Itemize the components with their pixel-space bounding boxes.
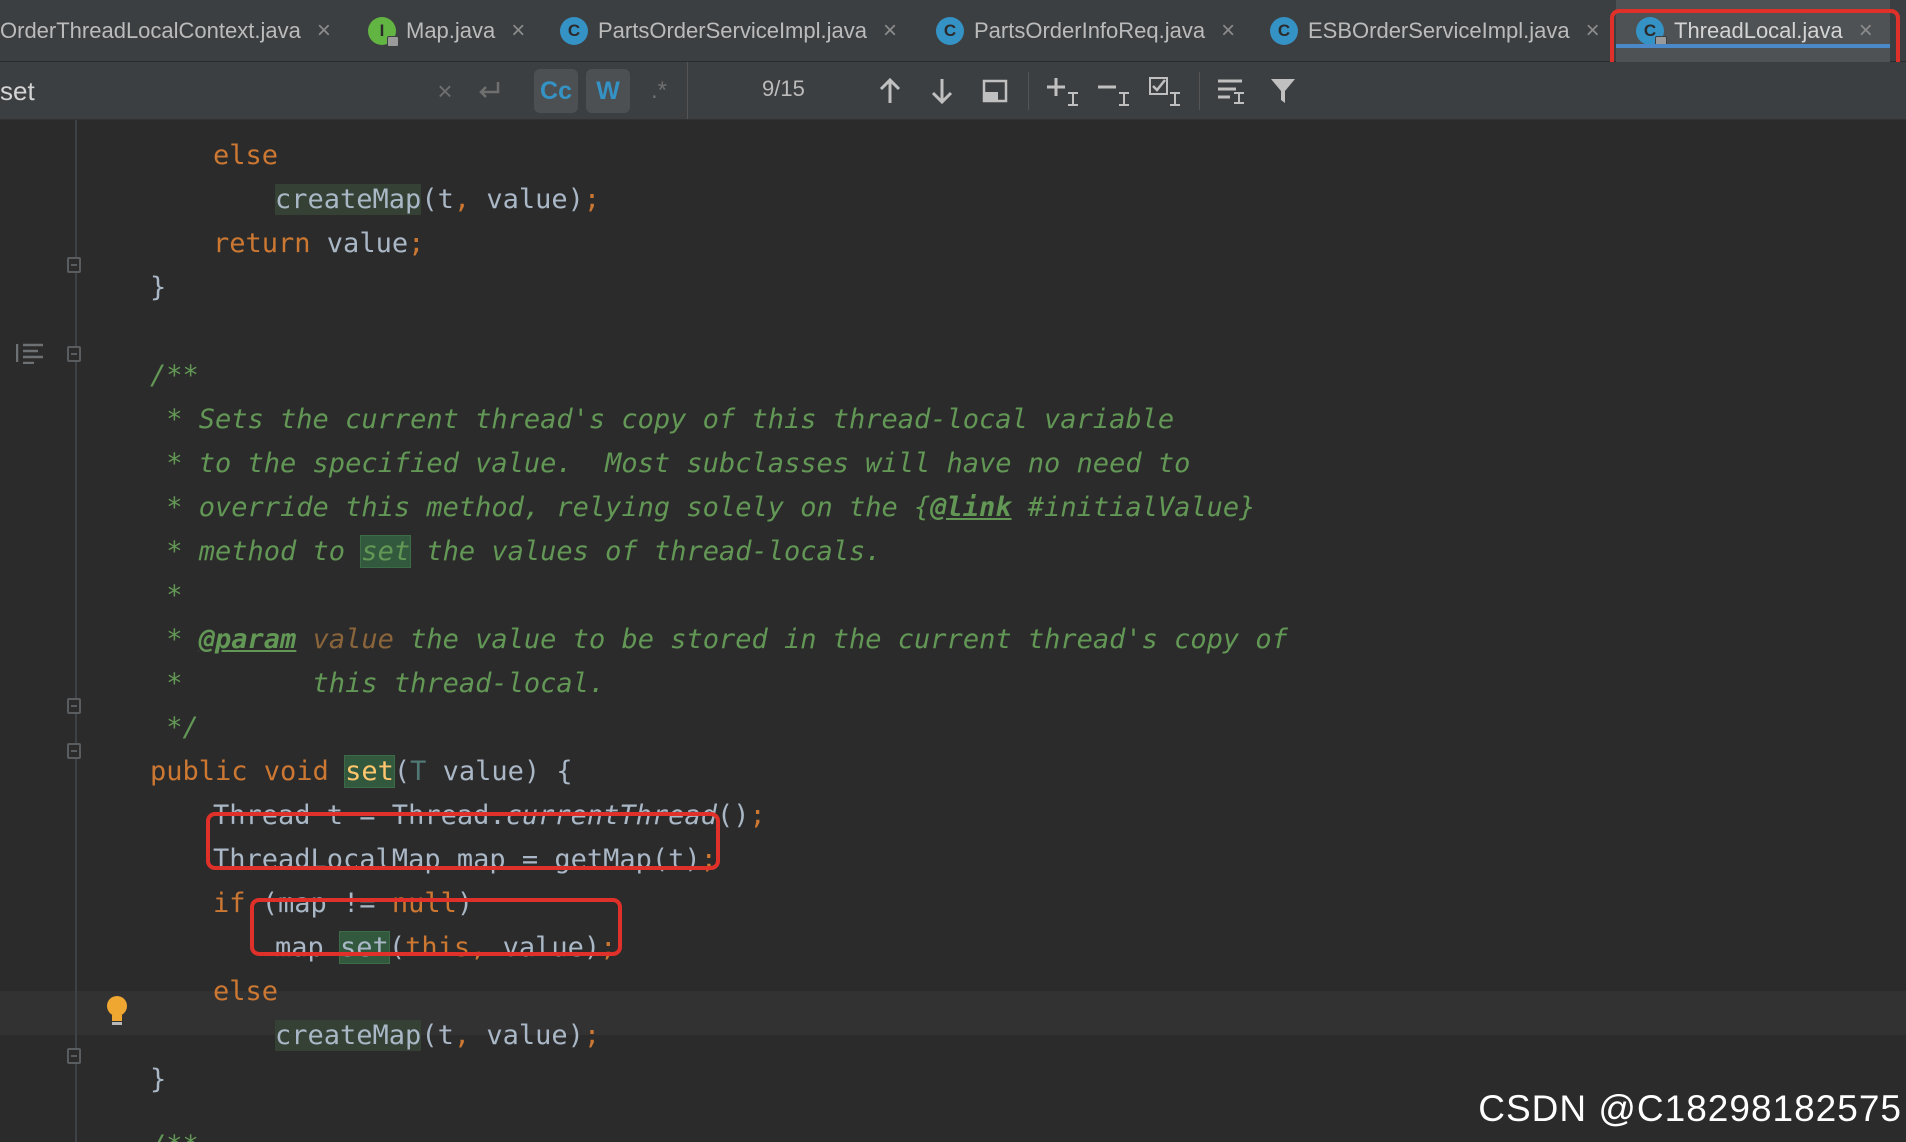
lock-icon [387, 36, 399, 47]
fold-end-icon[interactable] [67, 257, 81, 273]
show-all-occurrences-icon[interactable] [978, 74, 1012, 108]
code-line: /** [150, 360, 199, 391]
search-input[interactable] [0, 71, 420, 111]
code-line: */ [150, 712, 199, 743]
find-bar: × Cc W .* 9/15 [0, 62, 1906, 120]
new-line-icon[interactable] [472, 71, 506, 111]
fold-start-icon[interactable] [67, 346, 81, 362]
search-match: set [344, 755, 395, 788]
fold-end-icon[interactable] [67, 1048, 81, 1064]
code-line: * [150, 580, 183, 611]
class-file-icon: C [1270, 17, 1298, 45]
filter-search-results-icon[interactable] [1214, 74, 1248, 108]
remove-occurrence-icon[interactable] [1097, 74, 1131, 108]
interface-file-icon: I [368, 17, 399, 47]
toolbar-separator [1199, 72, 1200, 110]
fold-start-icon[interactable] [67, 743, 81, 759]
tab-label: PartsOrderInfoReq.java [974, 18, 1206, 43]
lightbulb-icon[interactable] [104, 994, 130, 1030]
code-line: * Sets the current thread's copy of this… [150, 404, 1175, 435]
tab-label: Map.java [406, 18, 496, 43]
annotation-box-get-map [206, 812, 720, 870]
code-line: * @param value the value to be stored in… [150, 624, 1288, 655]
gutter-separator [75, 120, 77, 1142]
watermark: CSDN @C18298182575 [1478, 1088, 1902, 1129]
toolbar-separator [1028, 72, 1029, 110]
fold-end-icon[interactable] [67, 698, 81, 714]
code-line: else [213, 140, 279, 171]
tab-label: OrderThreadLocalContext.java [0, 18, 301, 43]
close-icon[interactable]: × [511, 17, 525, 45]
tab-label: ESBOrderServiceImpl.java [1308, 18, 1570, 43]
select-all-occurrences-icon[interactable] [1148, 74, 1182, 108]
next-occurrence-icon[interactable] [925, 74, 959, 108]
annotation-box-map-set [250, 898, 622, 956]
tab-order-thread-local-context[interactable]: OrderThreadLocalContext.java × [0, 0, 355, 62]
code-line: * method to set the values of thread-loc… [150, 535, 882, 568]
code-editor[interactable]: else createMap(t, value); return value; … [0, 120, 1906, 1142]
code-line: createMap(t, value); [275, 1020, 601, 1051]
match-counter: 9/15 [762, 76, 805, 101]
code-line: else [213, 976, 279, 1007]
add-occurrence-icon[interactable] [1046, 74, 1080, 108]
whole-words-toggle[interactable]: W [586, 69, 630, 113]
close-icon[interactable]: × [883, 17, 897, 45]
clear-search-icon[interactable]: × [428, 71, 462, 111]
close-icon[interactable]: × [1586, 17, 1600, 45]
code-line: } [150, 272, 167, 303]
tab-map[interactable]: I Map.java × [368, 0, 538, 62]
regex-toggle[interactable]: .* [642, 71, 676, 111]
class-file-icon: C [936, 17, 964, 45]
tab-esb-order-service-impl[interactable]: C ESBOrderServiceImpl.java × [1270, 0, 1610, 62]
close-icon[interactable]: × [1221, 17, 1235, 45]
search-field-area: × Cc W .* [0, 62, 688, 119]
code-line: * override this method, relying solely o… [150, 492, 1256, 523]
code-line: public void set(T value) { [150, 755, 573, 788]
search-match: set [360, 535, 412, 568]
close-icon[interactable]: × [317, 17, 331, 45]
code-line: * this thread-local. [150, 668, 606, 699]
tab-parts-order-info-req[interactable]: C PartsOrderInfoReq.java × [936, 0, 1240, 62]
previous-occurrence-icon[interactable] [873, 74, 907, 108]
code-line: } [150, 1064, 167, 1095]
class-file-icon: C [560, 17, 588, 45]
tab-parts-order-service-impl[interactable]: C PartsOrderServiceImpl.java × [560, 0, 912, 62]
render-doc-icon[interactable] [15, 342, 44, 365]
code-line: /** [150, 1124, 199, 1142]
tab-label: PartsOrderServiceImpl.java [598, 18, 867, 43]
code-line: return value; [213, 228, 425, 259]
match-case-toggle[interactable]: Cc [534, 69, 578, 113]
code-line: createMap(t, value); [275, 184, 601, 215]
code-line: * to the specified value. Most subclasse… [150, 448, 1191, 479]
filter-icon[interactable] [1266, 74, 1300, 108]
